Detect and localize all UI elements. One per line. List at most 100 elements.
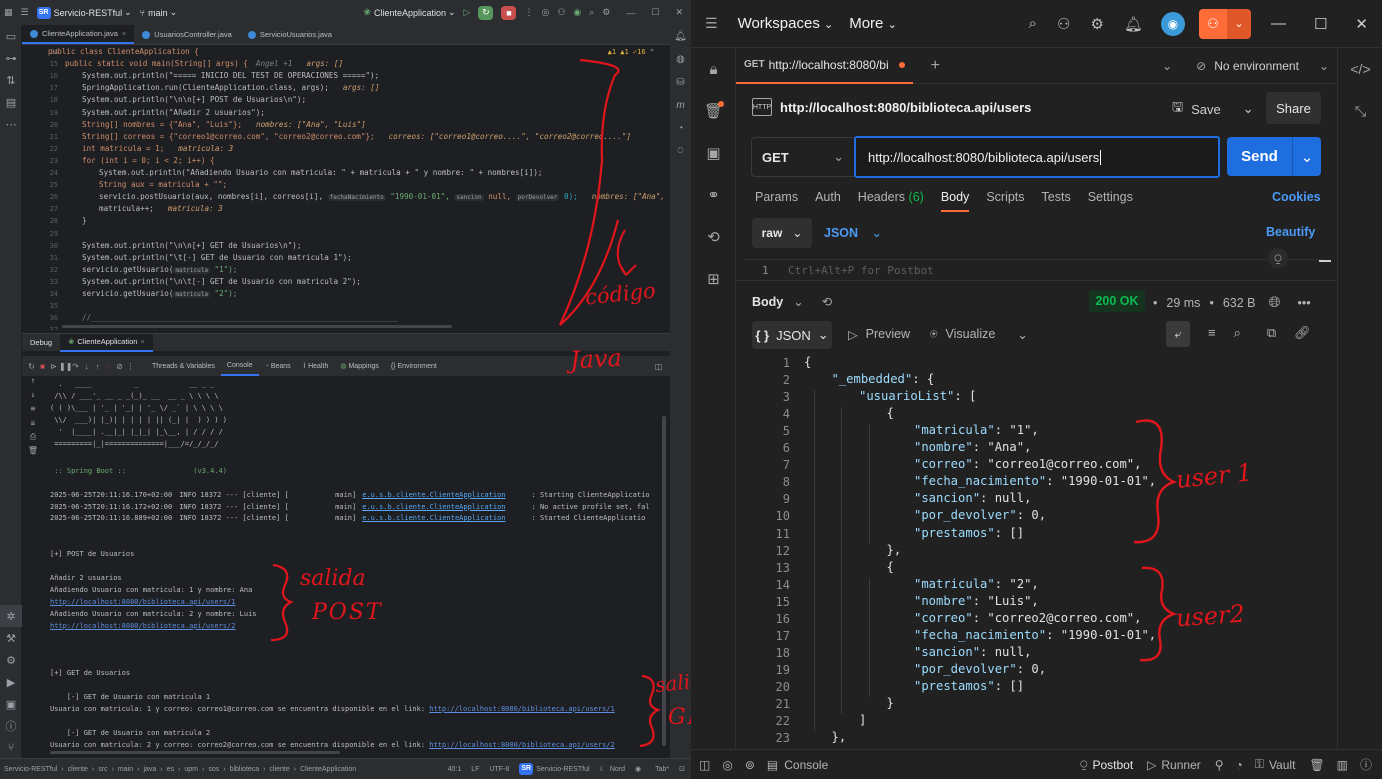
wrap-lines-icon[interactable]: ⤶: [1166, 321, 1190, 347]
stop-icon[interactable]: ■: [37, 362, 48, 371]
breadcrumb-item[interactable]: sos: [208, 766, 219, 773]
terminal-icon[interactable]: ▣: [0, 693, 22, 715]
apps-icon[interactable]: ⊞: [691, 258, 736, 300]
copilot-icon[interactable]: ◎: [541, 7, 549, 18]
branch-selector[interactable]: ⑂ main ⌄: [140, 7, 177, 18]
breadcrumb-item[interactable]: Servicio-RESTful: [4, 766, 57, 773]
visualize-button[interactable]: ⍟ Visualize ⌄: [930, 327, 1028, 342]
log-class-link[interactable]: e.u.s.b.cliente.ClienteApplication: [362, 491, 505, 499]
beautify-link[interactable]: Beautify: [1266, 225, 1315, 239]
minimize-icon[interactable]: —: [626, 8, 635, 18]
search-icon[interactable]: ⌕: [1234, 325, 1241, 341]
run-tool-icon[interactable]: ▶: [0, 671, 22, 693]
body-language-select[interactable]: JSON ⌄: [824, 225, 882, 240]
more-tools-icon[interactable]: ⋯: [0, 113, 22, 135]
collections-icon[interactable]: ▣: [691, 132, 736, 174]
invite-icon[interactable]: ⚇: [1057, 15, 1070, 33]
stop-icon[interactable]: ■: [501, 5, 517, 20]
console-link[interactable]: http://localhost:8080/biblioteca.api/use…: [50, 598, 235, 606]
layout-icon[interactable]: ▥: [1337, 758, 1348, 772]
cursor-position[interactable]: 40:1: [448, 766, 462, 773]
pull-request-icon[interactable]: ⇅: [0, 69, 22, 91]
console-link[interactable]: http://localhost:8080/biblioteca.api/use…: [429, 741, 614, 749]
response-format-select[interactable]: { } JSON ⌄: [752, 321, 832, 349]
tab-cliente-application[interactable]: ClienteApplication.java ×: [22, 25, 135, 44]
services-icon[interactable]: ⚙: [0, 649, 22, 671]
lock-icon[interactable]: ⊡: [679, 765, 685, 773]
history-icon[interactable]: ⟲: [691, 216, 736, 258]
build-icon[interactable]: ⚒: [0, 627, 22, 649]
breadcrumb-item[interactable]: main: [118, 766, 133, 773]
tab-threads-variables[interactable]: Threads & Variables: [146, 356, 221, 376]
url-input[interactable]: http://localhost:8080/biblioteca.api/use…: [854, 136, 1220, 178]
breadcrumb-item[interactable]: upm: [184, 766, 198, 773]
mute-breakpoints-icon[interactable]: ⊘: [114, 362, 125, 371]
cookies-icon[interactable]: ◔: [1236, 758, 1243, 772]
environment-selector[interactable]: ⊘ No environment ⌄: [1196, 59, 1329, 73]
folder-icon[interactable]: ▭: [0, 25, 22, 47]
response-body-select[interactable]: Body ⌄ ⟲: [752, 294, 832, 310]
copy-icon[interactable]: ⧉: [1267, 325, 1276, 341]
history-icon[interactable]: ⟲: [822, 294, 832, 309]
database-icon[interactable]: ⛁: [670, 71, 691, 94]
commit-icon[interactable]: ⊶: [0, 47, 22, 69]
breadcrumb-item[interactable]: ClienteApplication: [300, 766, 356, 773]
maximize-icon[interactable]: ☐: [651, 7, 659, 18]
copilot-status-icon[interactable]: ◉: [635, 765, 641, 773]
tab-mappings[interactable]: ◍ Mappings: [334, 356, 384, 376]
indent-setting[interactable]: Tab*: [655, 766, 669, 773]
chevron-down-icon[interactable]: ⌄: [1162, 59, 1172, 73]
flows-icon[interactable]: ⚭: [691, 174, 736, 216]
status-project[interactable]: SR Servicio-RESTful: [519, 763, 590, 775]
code-editor[interactable]: ▲1 ▲1 ✓16 ⌃ 14 15 16 17 18 19 20 21 22 23 24 25 26 27…: [22, 45, 670, 330]
resize-handle[interactable]: [1319, 260, 1331, 262]
copilot-chat-icon[interactable]: ◔: [670, 117, 691, 140]
notifications-icon[interactable]: 🔔︎: [670, 25, 691, 48]
tab-headers[interactable]: Headers (6): [858, 190, 924, 212]
tab-params[interactable]: Params: [755, 190, 798, 212]
connectivity-icon[interactable]: ⊚: [745, 758, 755, 772]
tab-servicio-usuarios[interactable]: ServicioUsuarios.java: [240, 25, 340, 44]
method-select[interactable]: GET ⌄: [751, 137, 854, 177]
vertical-scrollbar[interactable]: [662, 416, 666, 746]
console-link[interactable]: http://localhost:8080/biblioteca.api/use…: [50, 622, 235, 630]
preview-button[interactable]: ▷ Preview: [848, 327, 910, 342]
ide-logo-icon[interactable]: ▦: [4, 7, 13, 18]
line-separator[interactable]: LF: [471, 766, 479, 773]
vault-button[interactable]: ⚿ Vault: [1255, 757, 1296, 772]
status-badge[interactable]: 200 OK: [1089, 290, 1145, 312]
tab-console[interactable]: Console: [220, 356, 259, 376]
settings-icon[interactable]: ⚙: [1090, 15, 1103, 33]
horizontal-scrollbar[interactable]: [50, 751, 340, 754]
link-icon[interactable]: 🔗︎: [1294, 325, 1311, 341]
inspection-widget[interactable]: ▲1 ▲1 ✓16 ⌃: [608, 48, 654, 56]
close-icon[interactable]: ×: [122, 29, 126, 38]
request-body-editor[interactable]: 1 Ctrl+Alt+P for Postbot: [744, 259, 1324, 281]
rerun-debug-icon[interactable]: ↻: [478, 5, 494, 20]
git-icon[interactable]: ⑂: [0, 737, 22, 759]
minimize-icon[interactable]: —: [1271, 15, 1286, 32]
workspaces-menu[interactable]: Workspaces ⌄: [738, 15, 834, 32]
more-icon[interactable]: •••: [1298, 296, 1311, 310]
tab-environment[interactable]: {} Environment: [385, 356, 443, 376]
search-icon[interactable]: ⌕: [1029, 15, 1037, 32]
coverage-icon[interactable]: ◉: [573, 7, 581, 18]
response-json[interactable]: 1 {2 "_embedded": {3 "usuarioList": [4 {5 "ma…: [736, 352, 1337, 749]
tab-settings[interactable]: Settings: [1088, 190, 1133, 212]
tab-body[interactable]: Body: [940, 190, 970, 212]
upgrade-button[interactable]: ⚇ ⌄: [1198, 8, 1251, 39]
soft-wrap-icon[interactable]: ≡: [22, 404, 44, 418]
cookies-link[interactable]: Cookies: [1272, 190, 1321, 204]
breadcrumb-item[interactable]: es: [167, 766, 174, 773]
tab-usuarios-controller[interactable]: UsuariosController.java: [134, 25, 240, 44]
hamburger-menu-icon[interactable]: ☰: [705, 15, 718, 32]
ai-assistant-icon[interactable]: ◍: [670, 48, 691, 71]
console-button[interactable]: ▤ Console: [767, 758, 828, 772]
tab-health[interactable]: ⌇ Health: [297, 356, 335, 376]
horizontal-scrollbar[interactable]: [62, 325, 452, 328]
close-icon[interactable]: ✕: [1355, 15, 1368, 33]
settings-icon[interactable]: ⚙: [602, 7, 610, 18]
bell-icon[interactable]: 🔔︎: [1124, 15, 1143, 33]
log-class-link[interactable]: e.u.s.b.cliente.ClienteApplication: [362, 503, 505, 511]
file-encoding[interactable]: UTF-8: [489, 766, 509, 773]
